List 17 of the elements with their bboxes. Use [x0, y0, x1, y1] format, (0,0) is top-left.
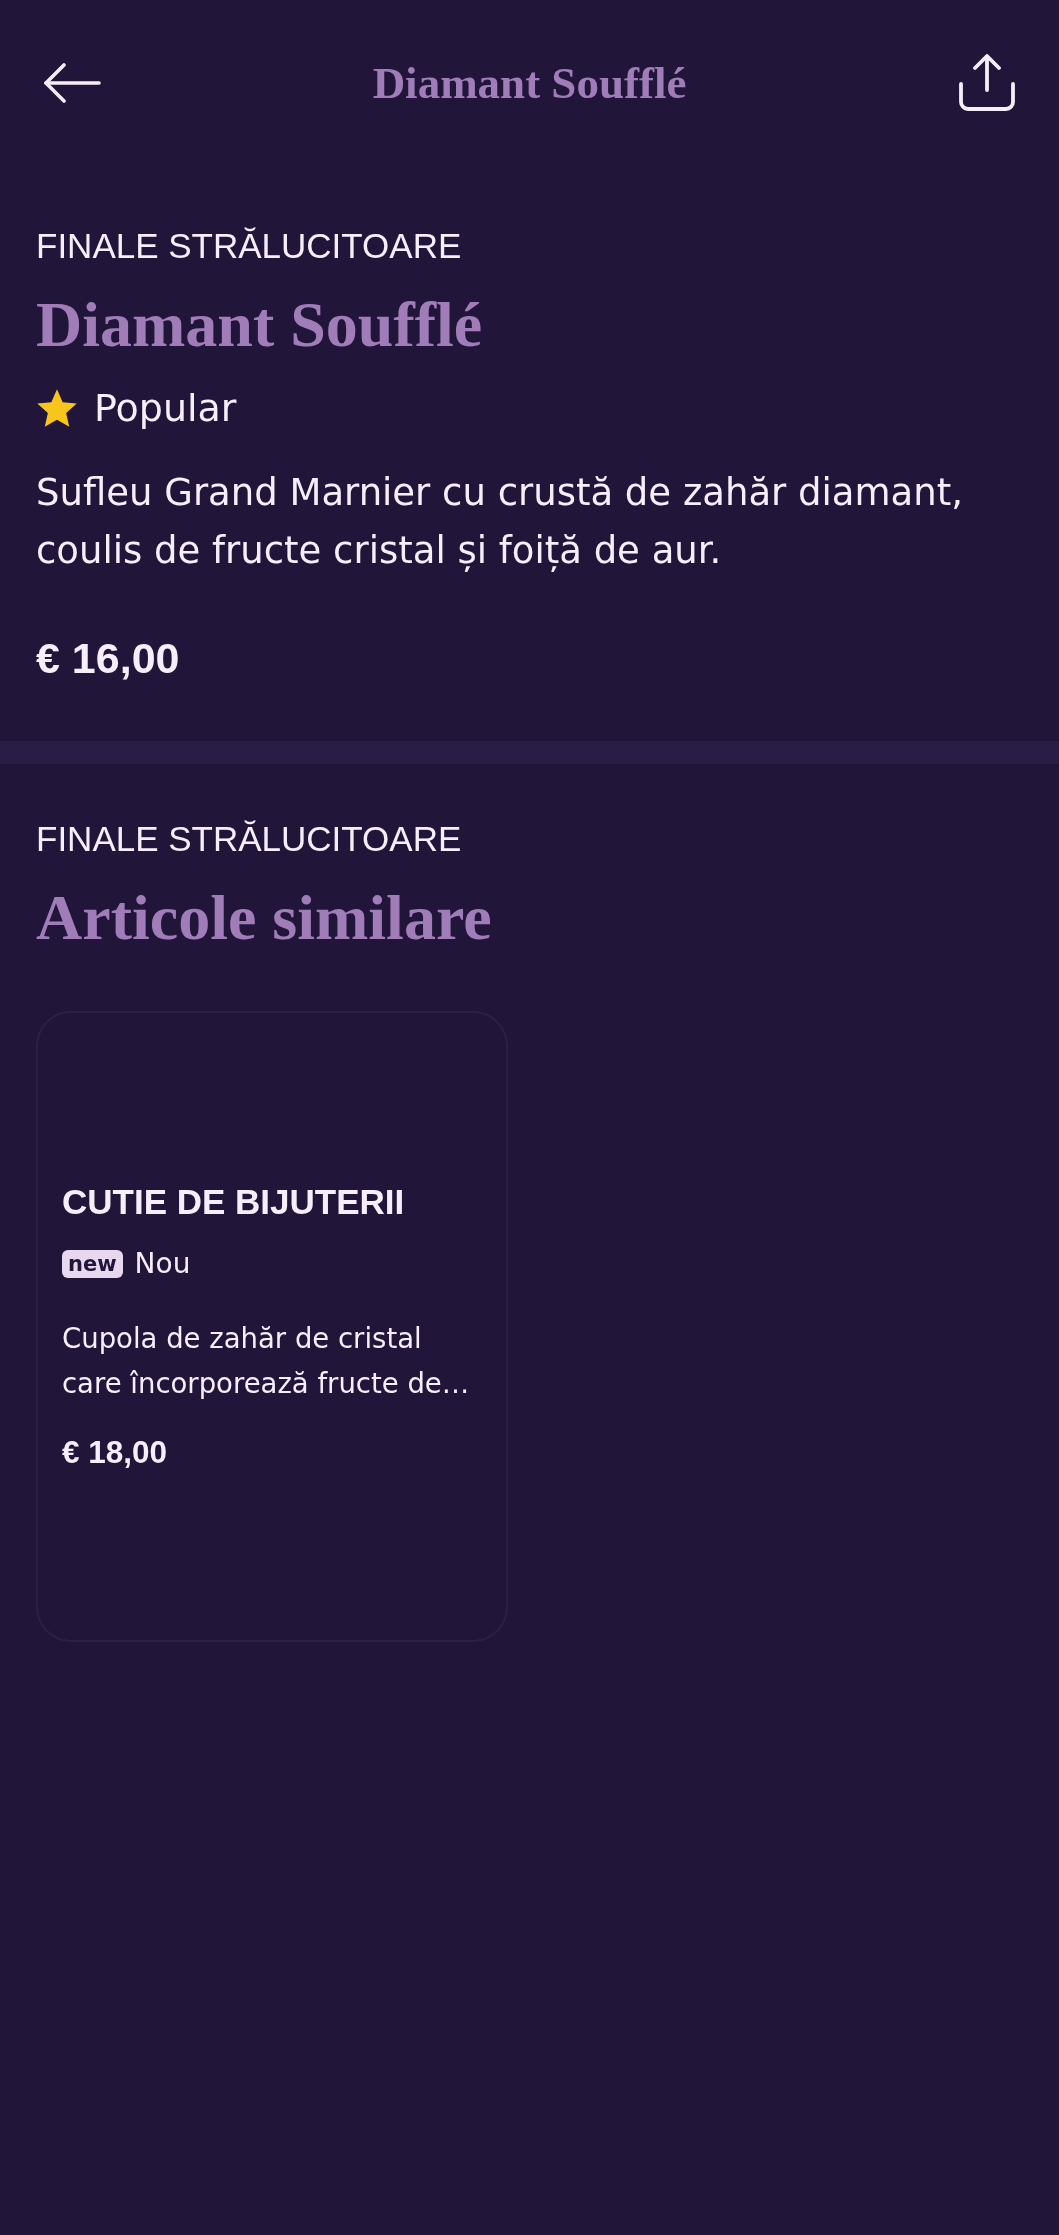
category-label: FINALE STRĂLUCITOARE — [36, 225, 463, 267]
card-title: CUTIE DE BIJUTERII — [62, 1180, 406, 1223]
back-button[interactable] — [43, 63, 101, 103]
item-price: € 16,00 — [36, 633, 181, 684]
category-label: FINALE STRĂLUCITOARE — [36, 817, 463, 860]
new-badge: new — [62, 1249, 123, 1278]
item-title: Diamant Soufflé — [36, 290, 484, 361]
page-title: Diamant Soufflé — [371, 57, 688, 110]
tag-label: Popular — [94, 386, 237, 432]
product-card[interactable]: CUTIE DE BIJUTERII new Nou Cupola de zahăr de cristal care încorporează fructe de… € 18,00 — [36, 1010, 508, 1642]
card-description: Cupola de zahăr de cristal care încorporează fructe de… — [62, 1320, 471, 1401]
tag-label: Nou — [134, 1246, 191, 1281]
section-title: Articole similare — [36, 882, 493, 953]
share-button[interactable] — [958, 54, 1016, 112]
share-icon — [958, 54, 1016, 112]
card-price: € 18,00 — [62, 1433, 169, 1472]
item-description: Sufleu Grand Marnier cu crustă de zahăr diamant, coulis de fructe cristal și foiță de aur. — [36, 470, 964, 574]
